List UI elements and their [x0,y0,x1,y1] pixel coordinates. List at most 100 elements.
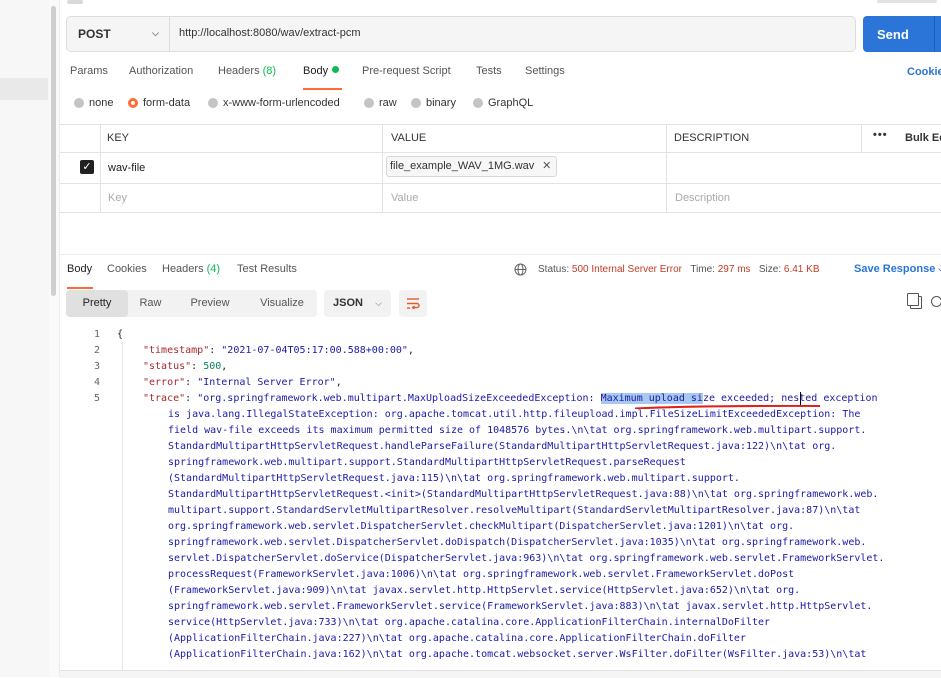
line-number: 2 [93,345,100,356]
radio-none-label: none [89,97,114,109]
line-number: 4 [93,377,100,388]
table-header: KEY VALUE DESCRIPTION ••• Bulk Ed [60,125,941,153]
code-line: "status": 500, [143,361,228,372]
trace-wrapped-line: processRequest(FrameworkServlet.java:100… [168,569,795,580]
row-checkbox[interactable]: ✓ [80,160,94,174]
trace-wrapped-line: servlet.DispatcherServlet.doService(Disp… [168,553,885,564]
json-number: 500 [203,361,222,372]
format-select[interactable]: JSON ⌵ [324,290,391,317]
tab-settings[interactable]: Settings [525,65,565,77]
tab-headers[interactable]: Headers (8) [218,65,276,77]
line-number: 1 [93,329,100,340]
radio-none[interactable]: none [74,97,113,109]
copy-icon[interactable] [907,293,922,309]
description-placeholder[interactable]: Description [675,192,730,204]
more-options-icon[interactable]: ••• [873,129,888,141]
response-tab-headers[interactable]: Headers (4) [162,263,220,275]
radio-raw[interactable]: raw [364,97,397,109]
chevron-down-icon: ⌵ [152,28,159,38]
status-label: Status: [538,264,570,275]
radio-graphql-dot [473,98,483,108]
sidebar-selected-item[interactable] [0,78,48,100]
remove-file-icon[interactable]: ✕ [542,157,551,176]
trace-wrapped-line: (ApplicationFilterChain.java:162)\n\tat … [168,649,867,660]
top-strip-mark-right [877,0,937,3]
bulk-edit-link[interactable]: Bulk Ed [905,132,941,144]
view-pretty[interactable]: Pretty [66,290,128,317]
row-key[interactable]: wav-file [108,162,145,174]
send-split-divider [934,16,935,52]
trace-wrapped-line: (FrameworkServlet.java:909)\n\tat javax.… [168,585,801,596]
tab-body[interactable]: Body [303,65,340,77]
response-active-tab-underline [67,287,93,289]
json-key: "trace" [143,393,186,404]
radio-urlencoded-label: x-www-form-urlencoded [223,97,340,109]
headers-count: (8) [262,65,277,77]
status-value[interactable]: 500 Internal Server Error [572,264,682,275]
wrap-lines-button[interactable] [399,290,427,317]
scrollbar-thumb[interactable] [51,6,56,296]
column-divider-options [861,125,862,153]
view-preview[interactable]: Preview [173,290,247,317]
code-line: "error": "Internal Server Error", [143,377,342,388]
trace-text: ze exceeded; nested exception [702,393,878,404]
trace-wrapped-line: is java.lang.IllegalStateException: org.… [168,409,861,420]
response-tab-body[interactable]: Body [67,263,92,275]
method-label: POST [78,27,111,41]
radio-form-data-dot [128,98,138,108]
wrap-icon [407,298,420,310]
method-select[interactable]: POST ⌵ [67,17,170,51]
url-input[interactable]: http://localhost:8080/wav/extract-pcm [179,27,361,39]
tab-body-label: Body [303,65,329,77]
radio-form-data[interactable]: form-data [128,97,190,109]
send-button[interactable]: Send [863,16,941,52]
send-label: Send [877,26,909,42]
radio-urlencoded[interactable]: x-www-form-urlencoded [208,97,340,109]
trace-wrapped-line: springframework.web.servlet.FrameworkSer… [168,601,873,612]
value-placeholder[interactable]: Value [391,192,418,204]
key-placeholder[interactable]: Key [108,192,127,204]
globe-icon[interactable] [514,263,527,276]
response-tab-test-results[interactable]: Test Results [237,263,297,275]
size-value[interactable]: 6.41 KB [784,264,820,275]
tab-pre-request-script[interactable]: Pre-request Script [362,65,451,77]
size-label: Size: [758,264,782,275]
response-tab-cookies[interactable]: Cookies [107,263,147,275]
form-data-table: KEY VALUE DESCRIPTION ••• Bulk Ed wav-fi… [60,124,941,213]
view-visualize[interactable]: Visualize [247,290,317,317]
json-key: "error" [143,377,186,388]
view-raw[interactable]: Raw [128,290,173,317]
column-value-header: VALUE [391,132,427,144]
radio-form-data-label: form-data [143,97,191,109]
radio-raw-label: raw [379,97,397,109]
column-key-header: KEY [107,132,130,144]
trace-wrapped-line: org.springframework.web.servlet.Dispatch… [168,521,795,532]
column-divider-description [666,125,667,213]
cookies-link[interactable]: Cookie [907,66,941,78]
radio-binary-label: binary [426,97,456,109]
line-number: 3 [93,361,100,372]
trace-wrapped-line: StandardMultipartHttpServletRequest.<ini… [168,489,879,500]
radio-binary[interactable]: binary [411,97,456,109]
file-chip[interactable]: file_example_WAV_1MG.wav ✕ [386,156,558,177]
tab-authorization[interactable]: Authorization [129,65,193,77]
tab-tests[interactable]: Tests [476,65,502,77]
tab-params[interactable]: Params [70,65,108,77]
json-key: "timestamp" [143,345,210,356]
tab-headers-label: Headers [218,65,260,77]
json-string: "2021-07-04T05:17:00.588+00:00" [221,345,408,356]
radio-binary-dot [411,98,421,108]
text-cursor [800,392,801,405]
time-value[interactable]: 297 ms [718,264,751,275]
selected-text-highlight: Maximum upload si [600,393,703,404]
save-response-button[interactable]: Save Response ⌵ [854,263,941,275]
response-body-code[interactable]: 1 2 3 4 5 { "timestamp": "2021-07-04T05:… [60,326,941,671]
sidebar-scrollbar[interactable] [49,0,60,677]
search-icon[interactable] [931,296,941,307]
radio-raw-dot [364,98,374,108]
trace-wrapped-line: springframework.web.servlet.DispatcherSe… [168,537,867,548]
radio-graphql[interactable]: GraphQL [473,97,533,109]
chevron-down-icon: ⌵ [375,298,382,308]
active-tab-underline [303,88,342,90]
format-label: JSON [333,297,363,309]
